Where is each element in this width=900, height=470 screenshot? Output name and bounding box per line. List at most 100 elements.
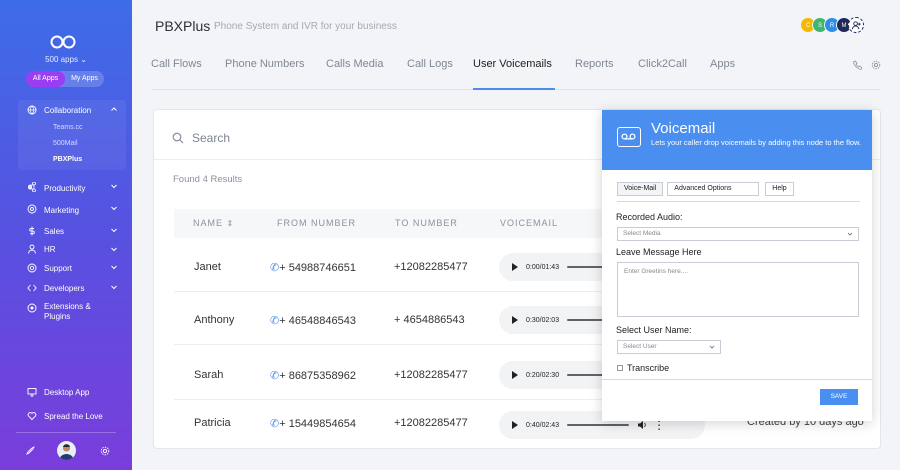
sidebar-divider [16,432,116,433]
lifebuoy-icon [27,263,37,273]
sidebar-item-developers[interactable]: Developers [0,278,132,298]
sidebar-item-marketing[interactable]: Marketing [0,199,132,221]
chevron-down-icon [111,228,117,233]
tab-advanced-options[interactable]: Advanced Options [667,182,760,196]
from-number: ✆+ 86875358962 [270,369,356,382]
column-header: TO NUMBER [395,218,458,228]
tab-phone-numbers[interactable]: Phone Numbers [225,58,305,70]
sidebar-item-collaboration[interactable]: Collaboration [0,100,132,120]
sidebar-item-extensions[interactable]: Extensions & Plugins [0,298,132,326]
sidebar-item-label: Sales [44,226,65,236]
sidebar-item-label: Desktop App [44,387,90,397]
chevron-down-icon [111,184,117,189]
column-name-header[interactable]: NAME ⇕ [193,218,234,228]
transcribe-label: Transcribe [627,363,670,373]
search-input[interactable] [192,131,492,145]
transcribe-checkbox[interactable] [617,365,623,371]
gear-icon[interactable] [100,446,110,456]
apps-count-dropdown[interactable]: 500 apps ⌄ [0,55,132,64]
my-apps-pill[interactable]: My Apps [65,71,104,87]
sidebar-item-label: Productivity [44,183,86,193]
play-icon[interactable] [512,421,518,429]
tab-call-logs[interactable]: Call Logs [407,58,453,70]
to-number: +12082285477 [394,369,468,381]
active-tab-indicator [473,88,555,90]
app-tagline: Phone System and IVR for your business [214,21,397,32]
sidebar-item-desktop-app[interactable]: Desktop App [0,382,132,402]
top-header: PBXPlus Phone System and IVR for your bu… [132,0,900,50]
select-media-value: Select Media [623,230,661,237]
sidebar-subitem-pbxplus[interactable]: PBXPlus [0,152,132,168]
sidebar-item-spread-love[interactable]: Spread the Love [0,406,132,426]
sidebar-item-support[interactable]: Support [0,258,132,278]
sidebar-item-label: HR [44,245,56,254]
tab-calls-media[interactable]: Calls Media [326,58,383,70]
sidebar-subitem-500mail[interactable]: 500Mail [0,136,132,152]
from-number: ✆+ 46548846543 [270,314,356,327]
select-user-label: Select User Name: [616,325,692,335]
500apps-logo-icon[interactable] [50,35,76,49]
tab-reports[interactable]: Reports [575,58,614,70]
more-options-icon[interactable]: ⋮ [653,419,665,431]
audio-progress[interactable] [567,424,630,426]
chevron-down-icon [847,232,853,236]
tab-click2call[interactable]: Click2Call [638,58,687,70]
puzzle-icon [27,303,37,313]
play-icon[interactable] [512,263,518,271]
sidebar-nav: Collaboration Teams.cc 500Mail PBXPlus P… [0,100,132,326]
tab-apps[interactable]: Apps [710,58,735,70]
avatar[interactable] [57,441,76,460]
from-number: ✆+ 15449854654 [270,417,356,430]
sidebar-item-label: Developers [44,283,85,293]
to-number: +12082285477 [394,417,468,429]
tab-help[interactable]: Help [765,182,794,196]
caller-name: Janet [194,261,221,273]
voicemail-glyph [621,133,636,140]
sidebar-item-sales[interactable]: Sales [0,221,132,241]
monitor-icon [27,388,37,397]
user-photo-icon [59,444,74,460]
tab-call-flows[interactable]: Call Flows [151,58,202,70]
sidebar: 500 apps ⌄ All Apps My Apps Collaboratio… [0,0,132,470]
search-bar [172,129,602,147]
recorded-audio-label: Recorded Audio: [616,212,683,222]
from-number-label: + 15449854654 [279,418,356,430]
play-icon[interactable] [512,371,518,379]
add-user-button[interactable] [848,17,864,33]
apps-toggle: All Apps My Apps [26,71,104,87]
phone-icon: ✆ [270,262,280,274]
results-count: Found 4 Results [173,174,243,185]
tab-voice-mail[interactable]: Voice-Mail [617,182,664,196]
voicemail-title: Voicemail [651,120,716,137]
tab-user-voicemails[interactable]: User Voicemails [473,58,552,70]
chevron-down-icon [111,285,117,290]
sidebar-item-label: Extensions & Plugins [44,302,91,321]
to-number: +12082285477 [394,261,468,273]
heart-icon [27,412,37,421]
sidebar-item-productivity[interactable]: Productivity [0,177,132,199]
save-button[interactable]: SAVE [820,389,858,405]
tab-actions [853,60,881,70]
caller-name: Patricia [194,417,231,429]
chevron-down-icon [111,247,117,252]
globe-icon [27,105,37,115]
select-user-dropdown[interactable]: Select User [617,340,721,354]
leave-message-label: Leave Message Here [616,247,702,257]
sidebar-item-hr[interactable]: HR [0,241,132,258]
all-apps-pill[interactable]: All Apps [26,71,65,87]
sidebar-bottom-links: Desktop App Spread the Love [0,382,132,426]
to-number: + 4654886543 [394,314,465,326]
from-number-label: + 46548846543 [279,315,356,327]
select-media-dropdown[interactable]: Select Media [617,227,859,241]
play-icon[interactable] [512,316,518,324]
rocket-icon[interactable] [25,446,35,456]
voicemail-panel-header: Voicemail Lets your caller drop voicemai… [602,110,872,170]
phone-icon: ✆ [270,418,280,430]
greeting-textarea[interactable] [617,262,859,317]
phone-icon[interactable] [853,60,863,70]
transcribe-option: Transcribe [617,363,669,373]
settings-icon[interactable] [871,60,881,70]
column-header: VOICEMAIL [500,218,559,228]
volume-icon[interactable] [637,420,647,430]
sidebar-subitem-teams[interactable]: Teams.cc [0,120,132,136]
